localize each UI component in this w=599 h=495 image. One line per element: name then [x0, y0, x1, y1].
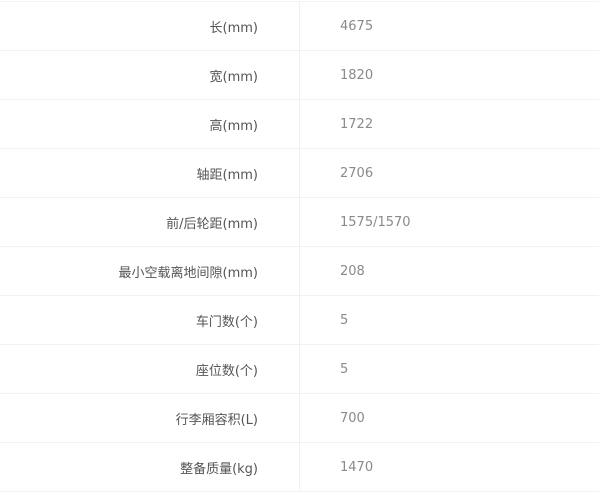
spec-value: 5 — [300, 296, 599, 345]
spec-value: 4675 — [300, 2, 599, 51]
table-row: 轴距(mm)2706 — [0, 149, 599, 198]
spec-label: 高(mm) — [0, 100, 300, 149]
spec-value: 1470 — [300, 443, 599, 492]
table-row: 最小空载离地间隙(mm)208 — [0, 247, 599, 296]
spec-label: 长(mm) — [0, 2, 300, 51]
spec-label: 行李厢容积(L) — [0, 394, 300, 443]
spec-value: 1722 — [300, 100, 599, 149]
spec-label: 前/后轮距(mm) — [0, 198, 300, 247]
table-row: 行李厢容积(L)700 — [0, 394, 599, 443]
table-row: 前/后轮距(mm)1575/1570 — [0, 198, 599, 247]
spec-value: 208 — [300, 247, 599, 296]
spec-value: 700 — [300, 394, 599, 443]
table-row: 车门数(个)5 — [0, 296, 599, 345]
spec-value: 5 — [300, 345, 599, 394]
spec-value: 2706 — [300, 149, 599, 198]
table-row: 长(mm)4675 — [0, 2, 599, 51]
table-row: 宽(mm)1820 — [0, 51, 599, 100]
spec-label: 轴距(mm) — [0, 149, 300, 198]
spec-value: 1575/1570 — [300, 198, 599, 247]
spec-label: 整备质量(kg) — [0, 443, 300, 492]
table-row: 高(mm)1722 — [0, 100, 599, 149]
spec-label: 座位数(个) — [0, 345, 300, 394]
table-row: 整备质量(kg)1470 — [0, 443, 599, 492]
table-row: 座位数(个)5 — [0, 345, 599, 394]
spec-label: 车门数(个) — [0, 296, 300, 345]
spec-value: 1820 — [300, 51, 599, 100]
spec-table: 长(mm)4675宽(mm)1820高(mm)1722轴距(mm)2706前/后… — [0, 1, 599, 492]
spec-label: 宽(mm) — [0, 51, 300, 100]
spec-label: 最小空载离地间隙(mm) — [0, 247, 300, 296]
